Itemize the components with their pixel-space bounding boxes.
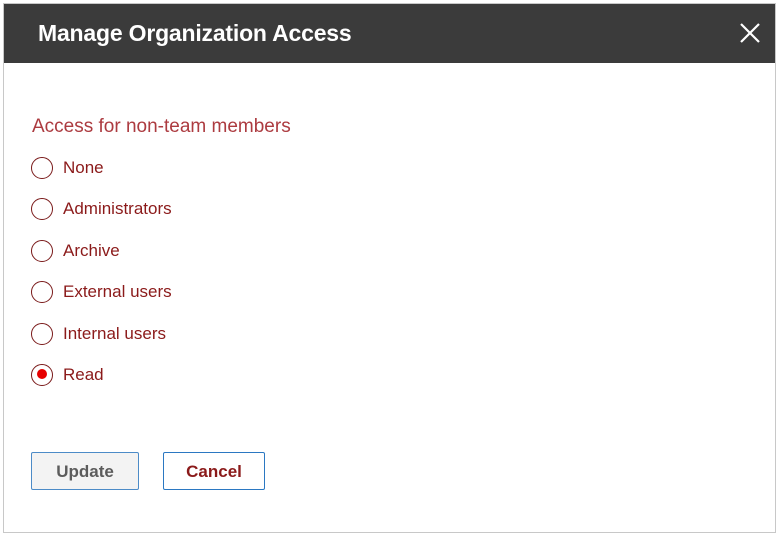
radio-button[interactable] (31, 239, 53, 262)
radio-label: Administrators (63, 199, 172, 219)
update-button[interactable]: Update (31, 452, 139, 490)
dialog-title: Manage Organization Access (38, 20, 352, 46)
cancel-button[interactable]: Cancel (163, 452, 265, 490)
radio-option-external-users[interactable]: External users (31, 281, 172, 322)
radio-option-none[interactable]: None (31, 157, 172, 198)
radio-option-internal-users[interactable]: Internal users (31, 322, 172, 364)
radio-label: Read (63, 364, 104, 384)
radio-button[interactable] (31, 157, 53, 179)
radio-option-read[interactable]: Read (31, 363, 172, 405)
radio-option-archive[interactable]: Archive (31, 239, 172, 281)
radio-label: Archive (63, 240, 120, 260)
radio-option-administrators[interactable]: Administrators (31, 198, 172, 239)
radio-label: External users (63, 282, 172, 302)
radio-button-selected[interactable] (31, 363, 53, 386)
radio-label: Internal users (63, 323, 166, 343)
access-radio-group: None Administrators Archive External use… (31, 157, 172, 405)
close-icon (740, 23, 760, 43)
access-heading: Access for non-team members (32, 116, 291, 137)
radio-label: None (63, 158, 104, 177)
radio-button[interactable] (31, 322, 53, 345)
manage-organization-access-dialog: Manage Organization Access Access for no… (3, 3, 776, 533)
radio-button[interactable] (31, 281, 53, 304)
radio-button[interactable] (31, 198, 53, 221)
dialog-header: Manage Organization Access (4, 4, 775, 63)
close-button[interactable] (737, 20, 763, 46)
